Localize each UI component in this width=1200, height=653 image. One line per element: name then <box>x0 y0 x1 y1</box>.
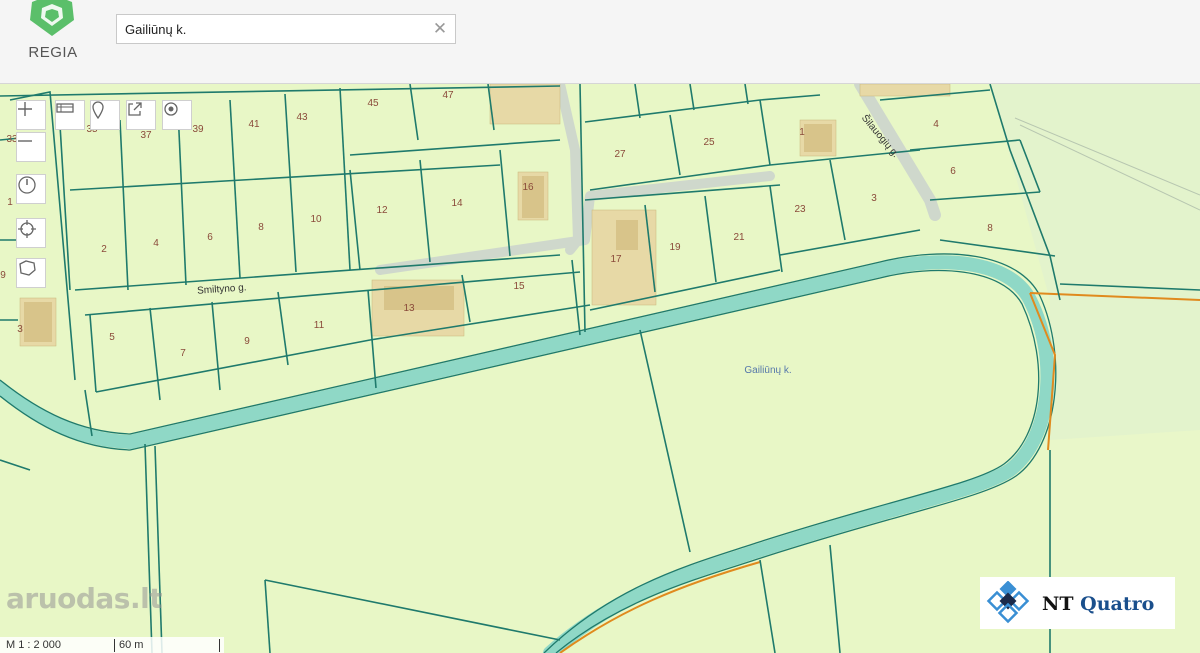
svg-text:2: 2 <box>101 244 107 255</box>
marker-button[interactable] <box>90 100 120 130</box>
svg-text:41: 41 <box>248 119 260 130</box>
svg-text:Gailiūnų k.: Gailiūnų k. <box>744 365 791 376</box>
agency-name: NT Quatro <box>1042 593 1154 615</box>
svg-text:15: 15 <box>513 281 525 292</box>
svg-text:21: 21 <box>733 232 745 243</box>
svg-text:16: 16 <box>522 182 534 193</box>
search-box: ✕ <box>116 14 456 44</box>
svg-text:47: 47 <box>442 90 454 101</box>
agency-name-prefix: NT <box>1042 593 1074 615</box>
map-canvas[interactable]: 33 35 37 39 41 43 45 47 1 2 4 6 8 10 12 … <box>0 84 1200 653</box>
svg-text:4: 4 <box>153 238 159 249</box>
svg-text:17: 17 <box>610 254 622 265</box>
svg-text:11: 11 <box>314 320 325 331</box>
clear-search-icon[interactable]: ✕ <box>431 19 449 39</box>
svg-text:19: 19 <box>669 242 681 253</box>
svg-text:4: 4 <box>933 119 939 130</box>
layers-button[interactable] <box>55 100 85 130</box>
compass-icon <box>18 176 36 194</box>
svg-text:23: 23 <box>794 204 806 215</box>
zoom-in-button[interactable] <box>16 100 46 130</box>
svg-text:10: 10 <box>310 214 322 225</box>
polygon-icon <box>19 260 36 276</box>
svg-text:3: 3 <box>17 324 23 335</box>
locate-button[interactable] <box>16 218 46 248</box>
svg-text:39: 39 <box>192 124 204 135</box>
header: REGIA ✕ <box>0 0 1200 84</box>
minus-icon <box>18 140 32 142</box>
share-icon <box>128 102 142 116</box>
agency-diamond-icon <box>986 581 1030 624</box>
svg-text:8: 8 <box>258 222 264 233</box>
search-input[interactable] <box>117 15 417 43</box>
plus-icon <box>18 102 32 116</box>
svg-text:25: 25 <box>703 137 715 148</box>
svg-text:43: 43 <box>296 112 308 123</box>
scale-ratio: M 1 : 2 000 <box>6 639 62 651</box>
svg-text:7: 7 <box>180 348 186 359</box>
svg-text:6: 6 <box>950 166 956 177</box>
svg-text:3: 3 <box>871 193 877 204</box>
svg-text:14: 14 <box>451 198 463 209</box>
agency-logo: NT Quatro <box>980 577 1175 629</box>
svg-text:1: 1 <box>799 127 805 138</box>
area-button[interactable] <box>16 258 46 288</box>
cadastral-map: 33 35 37 39 41 43 45 47 1 2 4 6 8 10 12 … <box>0 84 1200 653</box>
target-button[interactable] <box>162 100 192 130</box>
logo-text: REGIA <box>28 44 78 61</box>
svg-text:1: 1 <box>7 197 13 208</box>
svg-text:13: 13 <box>403 303 415 314</box>
app-window: REGIA ✕ <box>0 0 1200 653</box>
svg-text:9: 9 <box>244 336 250 347</box>
regia-logo[interactable]: REGIA <box>14 0 92 80</box>
share-button[interactable] <box>126 100 156 130</box>
svg-text:8: 8 <box>987 223 993 234</box>
svg-text:27: 27 <box>614 149 626 160</box>
svg-text:45: 45 <box>367 98 379 109</box>
zoom-out-button[interactable] <box>16 132 46 162</box>
svg-text:9: 9 <box>0 270 6 281</box>
crosshair-icon <box>18 220 36 238</box>
marker-icon <box>92 101 104 119</box>
svg-text:5: 5 <box>109 332 115 343</box>
target-icon <box>164 102 178 116</box>
agency-name-suffix: Quatro <box>1080 593 1155 615</box>
svg-text:6: 6 <box>207 232 213 243</box>
svg-text:37: 37 <box>140 130 152 141</box>
svg-text:12: 12 <box>376 205 388 216</box>
scale-distance: 60 m <box>114 639 220 652</box>
regia-logo-icon <box>30 0 74 36</box>
scale-bar: M 1 : 2 000 60 m <box>0 637 224 653</box>
compass-button[interactable] <box>16 174 46 204</box>
watermark: aruodas.lt <box>6 582 163 615</box>
layers-icon <box>56 103 74 113</box>
